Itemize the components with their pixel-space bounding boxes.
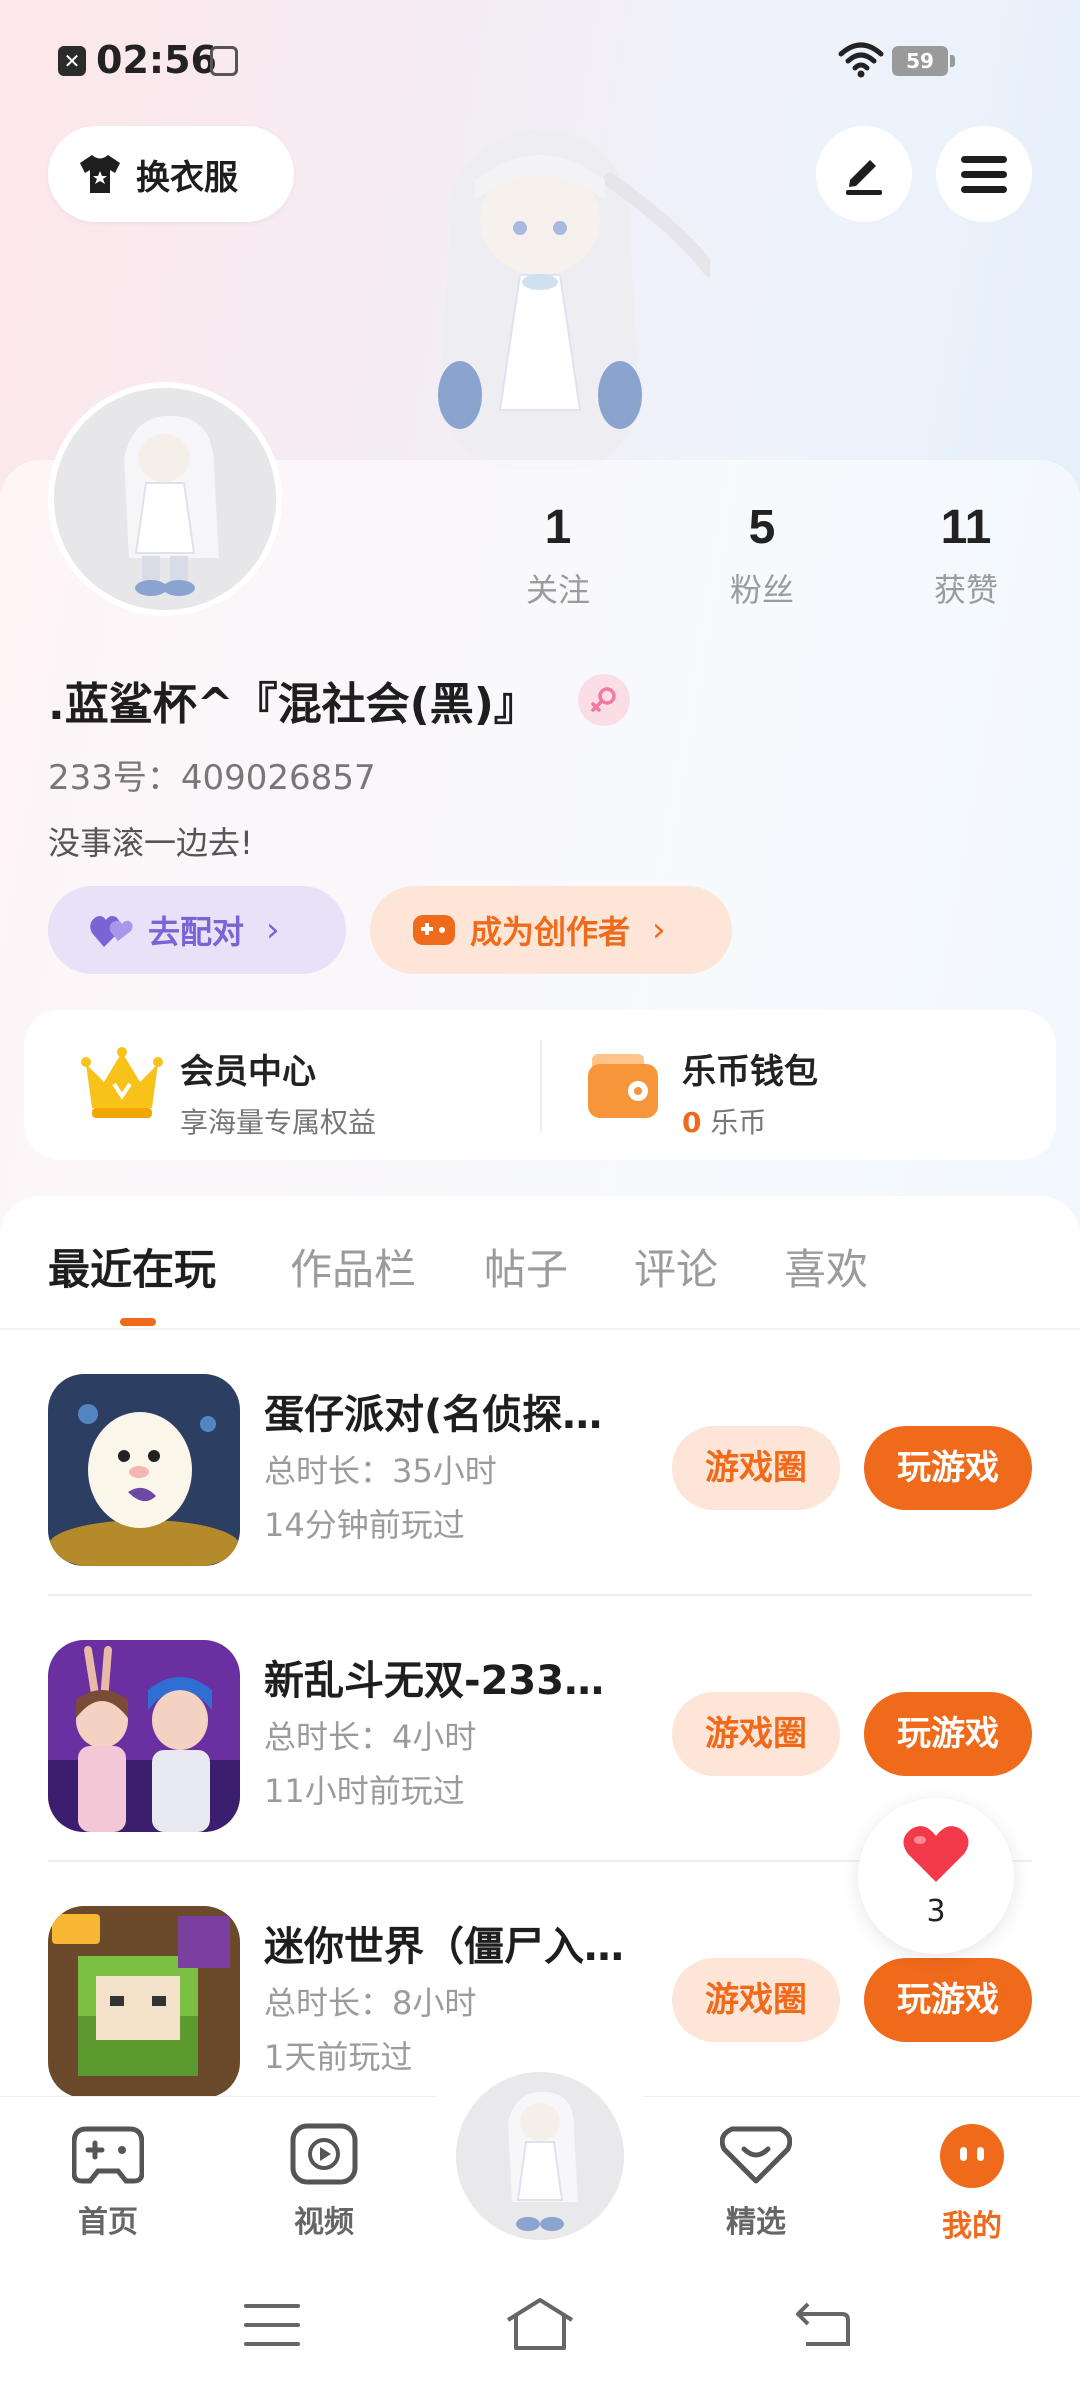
game-name: 蛋仔派对(名侦探… [264, 1392, 603, 1438]
game-name: 迷你世界（僵尸入… [264, 1924, 624, 1970]
shirt-icon [80, 155, 120, 193]
stat-followers[interactable]: 5 粉丝 [692, 500, 832, 611]
game-duration: 总时长：8小时 [264, 1984, 477, 2022]
wallet-balance: 0 乐币 [682, 1101, 818, 1141]
battery-indicator: 59 [892, 46, 955, 76]
avatar-3d-figure [438, 130, 710, 470]
game-icon [48, 1640, 240, 1832]
nav-me[interactable]: 我的 [902, 2123, 1042, 2245]
tab-likes[interactable]: 喜欢 [784, 1236, 868, 1297]
menu-button[interactable] [936, 126, 1032, 222]
recent-apps-icon[interactable] [244, 2302, 300, 2348]
wifi-icon [838, 42, 884, 78]
stat-following[interactable]: 1 关注 [488, 500, 628, 611]
game-last-played: 1天前玩过 [264, 2038, 413, 2076]
tab-indicator [120, 1318, 156, 1326]
heart-diamond-icon [719, 2126, 793, 2184]
creator-label: 成为创作者 [470, 913, 631, 951]
hearts-icon [90, 916, 133, 947]
avatar-image [456, 2072, 624, 2240]
play-game-button[interactable]: 玩游戏 [864, 1692, 1032, 1776]
female-gender-icon [578, 674, 630, 726]
stat-label: 获赞 [933, 571, 998, 609]
nav-label: 首页 [78, 2205, 138, 2240]
stat-label: 关注 [525, 571, 590, 609]
wallet-entry[interactable]: 乐币钱包 0 乐币 [542, 1010, 1056, 1160]
tab-posts[interactable]: 帖子 [484, 1236, 568, 1297]
nav-label: 我的 [942, 2209, 1002, 2244]
game-icon [48, 1906, 240, 2098]
game-circle-button[interactable]: 游戏圈 [672, 1692, 840, 1776]
stat-number: 5 [748, 501, 776, 554]
avatar-image [54, 388, 276, 610]
stat-number: 1 [544, 501, 572, 554]
floating-like-button[interactable]: 3 [858, 1798, 1014, 1954]
stat-number: 11 [940, 501, 992, 554]
gamepad-icon [71, 2126, 145, 2184]
status-bar: ✕ 02:56 59 [0, 38, 1080, 88]
gamepad-plus-icon [413, 915, 455, 945]
heart-icon [903, 1826, 969, 1882]
match-button[interactable]: 去配对 › [48, 886, 346, 974]
home-icon[interactable] [504, 2296, 576, 2352]
wardrobe-label: 换衣服 [136, 157, 238, 198]
nav-featured[interactable]: 精选 [686, 2123, 826, 2241]
edit-button[interactable] [816, 126, 912, 222]
wallet-icon [588, 1054, 658, 1118]
chevron-right-icon: › [652, 910, 666, 950]
member-center-entry[interactable]: 会员中心 享海量专属权益 [24, 1010, 540, 1160]
tab-comments[interactable]: 评论 [634, 1236, 718, 1297]
back-icon[interactable] [794, 2300, 850, 2350]
game-last-played: 14分钟前玩过 [264, 1506, 465, 1544]
system-navigation-bar [0, 2276, 1080, 2400]
game-circle-button[interactable]: 游戏圈 [672, 1426, 840, 1510]
game-last-played: 11小时前玩过 [264, 1772, 465, 1810]
match-label: 去配对 [148, 913, 245, 951]
wardrobe-button[interactable]: 换衣服 [48, 126, 294, 222]
center-avatar-button[interactable] [456, 2072, 624, 2240]
me-icon [940, 2124, 1004, 2188]
game-duration: 总时长：4小时 [264, 1718, 477, 1756]
tab-works[interactable]: 作品栏 [290, 1236, 416, 1297]
member-center-subtitle: 享海量专属权益 [180, 1106, 377, 1139]
game-icon [48, 1374, 240, 1566]
nav-home[interactable]: 首页 [38, 2123, 178, 2241]
stat-likes[interactable]: 11 获赞 [896, 500, 1036, 611]
nav-label: 精选 [726, 2205, 786, 2240]
member-center-title: 会员中心 [180, 1052, 316, 1092]
game-circle-button[interactable]: 游戏圈 [672, 1958, 840, 2042]
nav-label: 视频 [294, 2205, 354, 2240]
profile-tabs: 最近在玩 作品栏 帖子 评论 喜欢 [0, 1236, 1080, 1316]
profile-avatar[interactable] [48, 382, 282, 616]
wallet-amount: 0 [682, 1106, 702, 1139]
tab-recently-played[interactable]: 最近在玩 [48, 1236, 216, 1297]
become-creator-button[interactable]: 成为创作者 › [370, 886, 732, 974]
hamburger-icon [961, 156, 1007, 193]
chevron-right-icon: › [266, 910, 280, 950]
nav-video[interactable]: 视频 [254, 2123, 394, 2241]
game-duration: 总时长：35小时 [264, 1452, 497, 1490]
member-wallet-card: 会员中心 享海量专属权益 乐币钱包 0 乐币 [24, 1010, 1056, 1160]
user-id: 233号：409026857 [48, 758, 376, 798]
stat-label: 粉丝 [729, 571, 794, 609]
video-icon [290, 2123, 358, 2185]
crown-icon [81, 1047, 163, 1118]
wallet-title: 乐币钱包 [682, 1052, 818, 1092]
game-name: 新乱斗无双-233… [264, 1658, 605, 1704]
screenshot-icon [210, 46, 238, 76]
like-count: 3 [926, 1894, 946, 1929]
status-time: 02:56 [96, 38, 217, 82]
play-game-button[interactable]: 玩游戏 [864, 1426, 1032, 1510]
notification-icon: ✕ [58, 46, 86, 76]
username: .蓝鲨杯^『混社会(黑)』 [48, 679, 538, 730]
wallet-unit: 乐币 [710, 1106, 767, 1139]
play-game-button[interactable]: 玩游戏 [864, 1958, 1032, 2042]
user-bio: 没事滚一边去! [48, 824, 253, 862]
pen-icon [846, 160, 882, 195]
game-row[interactable]: 蛋仔派对(名侦探… 总时长：35小时 14分钟前玩过 游戏圈 玩游戏 [0, 1330, 1080, 1596]
